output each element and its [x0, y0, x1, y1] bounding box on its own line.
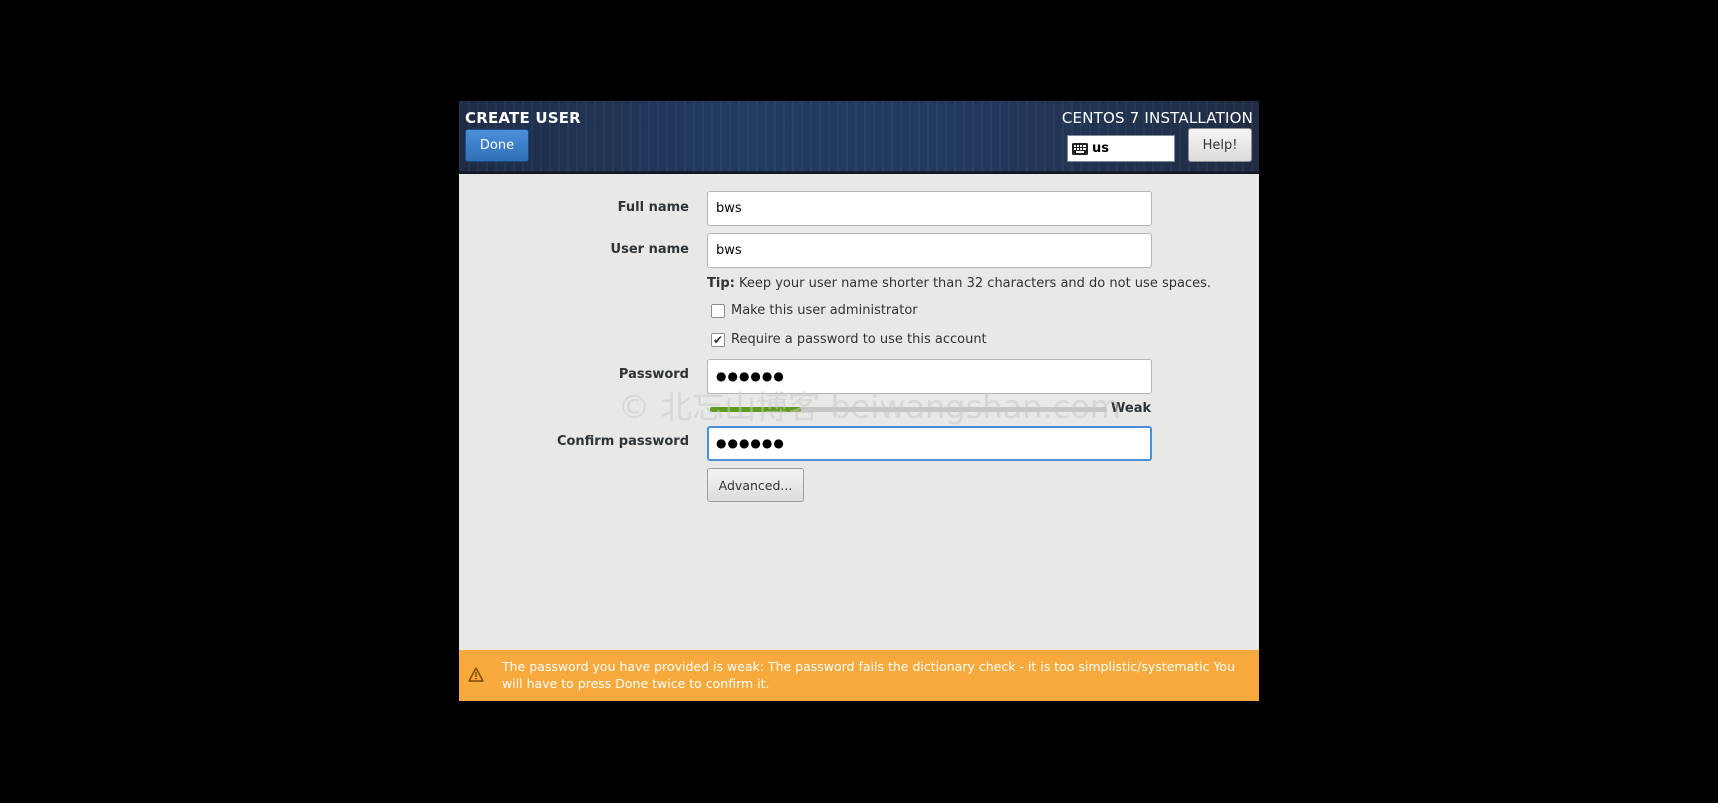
- password-input[interactable]: ●●●●●●: [707, 359, 1152, 394]
- keyboard-layout-label: us: [1092, 141, 1109, 156]
- checkmark-icon: ✔: [712, 332, 724, 347]
- password-strength-label: Weak: [1111, 401, 1152, 416]
- admin-checkbox-row[interactable]: Make this user administrator: [711, 303, 918, 318]
- admin-checkbox-label[interactable]: Make this user administrator: [731, 303, 918, 318]
- require-password-label[interactable]: Require a password to use this account: [731, 332, 987, 347]
- user-name-label: User name: [610, 242, 689, 257]
- tip-prefix: Tip:: [707, 276, 735, 291]
- product-title: CENTOS 7 INSTALLATION: [1061, 109, 1253, 127]
- warning-icon: [468, 667, 484, 682]
- create-user-window: CREATE USER Done CENTOS 7 INSTALLATION u…: [459, 101, 1259, 701]
- require-password-checkbox[interactable]: ✔: [711, 332, 725, 347]
- done-button[interactable]: Done: [465, 129, 529, 162]
- warning-bar: The password you have provided is weak: …: [459, 650, 1259, 701]
- password-strength-meter: [710, 407, 1107, 412]
- confirm-password-input[interactable]: ●●●●●●: [707, 426, 1152, 461]
- password-strength-fill: [710, 407, 802, 412]
- confirm-password-label: Confirm password: [556, 434, 689, 449]
- spoke-title: CREATE USER: [465, 109, 581, 127]
- warning-message: The password you have provided is weak: …: [502, 659, 1236, 691]
- advanced-button[interactable]: Advanced...: [707, 468, 804, 502]
- require-password-checkbox-row[interactable]: ✔ Require a password to use this account: [711, 332, 987, 347]
- admin-checkbox[interactable]: [711, 303, 725, 318]
- user-name-input[interactable]: bws: [707, 233, 1152, 268]
- keyboard-layout-indicator[interactable]: us: [1067, 135, 1175, 162]
- header-bar: CREATE USER Done CENTOS 7 INSTALLATION u…: [459, 101, 1259, 174]
- full-name-label: Full name: [617, 200, 689, 215]
- tip-text: Keep your user name shorter than 32 char…: [734, 276, 1211, 291]
- password-label: Password: [618, 367, 689, 382]
- full-name-input[interactable]: bws: [707, 191, 1152, 226]
- help-button[interactable]: Help!: [1188, 128, 1252, 162]
- username-tip: Tip: Keep your user name shorter than 32…: [707, 276, 1211, 291]
- keyboard-icon: [1072, 142, 1088, 155]
